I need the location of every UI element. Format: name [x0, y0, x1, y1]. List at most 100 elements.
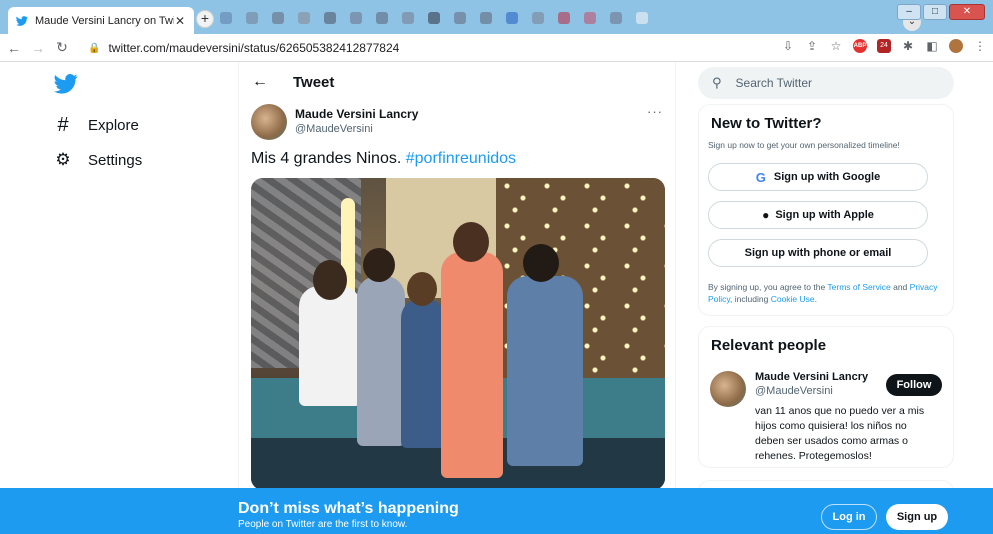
tweet-photo[interactable] [251, 178, 665, 490]
background-tab-favicon[interactable] [454, 12, 466, 24]
url-text: twitter.com/maudeversini/status/62650538… [108, 41, 400, 55]
background-tab-favicon[interactable] [298, 12, 310, 24]
author-name[interactable]: Maude Versini Lancry [295, 107, 418, 121]
background-tab-favicon[interactable] [428, 12, 440, 24]
tab-title: Maude Versini Lancry on Twitter: [35, 14, 174, 27]
extension-icons: ⇩ ⇪ ☆ ABP 24 ✱ ◧ ⋮ [781, 39, 987, 53]
twitter-logo-icon[interactable] [54, 74, 78, 94]
card-title: Relevant people [711, 337, 827, 354]
hashtag-link[interactable]: #porfinreunidos [406, 150, 516, 167]
background-tab-favicon[interactable] [402, 12, 414, 24]
card-title: New to Twitter? [711, 115, 822, 132]
photo-person [441, 252, 503, 478]
sidebar-item-label: Explore [88, 117, 139, 134]
background-tab-favicon[interactable] [376, 12, 388, 24]
profile-avatar-icon[interactable] [949, 39, 963, 53]
photo-person [299, 286, 361, 406]
legal-and: and [893, 282, 908, 292]
reload-icon[interactable]: ↻ [52, 39, 72, 56]
sidebar-item-settings[interactable]: ⚙ Settings [52, 150, 142, 170]
gear-icon: ⚙ [55, 150, 71, 169]
column-header: ← Tweet [239, 62, 677, 102]
forward-icon[interactable]: → [28, 40, 48, 56]
background-tab-favicon[interactable] [584, 12, 596, 24]
apple-signup-label: Sign up with Apple [775, 209, 874, 221]
background-tab-favicon[interactable] [350, 12, 362, 24]
window-controls: – □ ✕ [897, 4, 985, 20]
new-to-twitter-card: New to Twitter? Sign up now to get your … [698, 104, 954, 316]
search-icon: ⚲ [712, 75, 722, 90]
maximize-icon[interactable]: □ [923, 4, 947, 20]
legal-end: . [814, 294, 818, 304]
google-icon: G [755, 169, 766, 185]
install-app-icon[interactable]: ⇩ [781, 39, 795, 53]
tweet-author: Maude Versini Lancry @MaudeVersini ··· [251, 104, 665, 140]
menu-kebab-icon[interactable]: ⋮ [973, 39, 987, 53]
twitter-bird-icon [16, 15, 28, 26]
photo-person [357, 276, 405, 446]
background-tab-favicon[interactable] [480, 12, 492, 24]
background-tab-favicon[interactable] [532, 12, 544, 24]
photo-person-head [453, 222, 489, 262]
bookmark-star-icon[interactable]: ☆ [829, 39, 843, 53]
search-input[interactable]: ⚲ Search Twitter [698, 67, 954, 99]
background-tab-favicon[interactable] [636, 12, 648, 24]
login-button[interactable]: Log in [821, 504, 877, 530]
new-tab-button[interactable]: + [196, 10, 214, 28]
side-panel-icon[interactable]: ◧ [925, 39, 939, 53]
photo-person-head [363, 248, 395, 282]
extensions-puzzle-icon[interactable]: ✱ [901, 39, 915, 53]
person-handle[interactable]: @MaudeVersini [755, 385, 833, 397]
more-options-icon[interactable]: ··· [647, 104, 663, 119]
phone-email-signup-button[interactable]: Sign up with phone or email [708, 239, 928, 267]
extension-badge-icon[interactable]: 24 [877, 39, 891, 53]
lock-icon[interactable]: 🔒 [88, 43, 100, 54]
background-tab-favicon[interactable] [610, 12, 622, 24]
back-icon[interactable]: ← [4, 40, 24, 56]
terms-link[interactable]: Terms of Service [827, 282, 890, 292]
background-tab-favicon[interactable] [506, 12, 518, 24]
browser-tab-active[interactable]: Maude Versini Lancry on Twitter: ✕ [8, 7, 194, 34]
right-sidebar: ⚲ Search Twitter New to Twitter? Sign up… [698, 62, 954, 510]
cookie-link[interactable]: Cookie Use [771, 294, 815, 304]
apple-signup-button[interactable]: ● Sign up with Apple [708, 201, 928, 229]
address-bar[interactable]: 🔒 twitter.com/maudeversini/status/626505… [88, 37, 768, 59]
background-tab-favicon[interactable] [246, 12, 258, 24]
background-tab-favicon[interactable] [558, 12, 570, 24]
minimize-icon[interactable]: – [897, 4, 921, 20]
photo-person-head [407, 272, 437, 306]
google-signup-button[interactable]: G Sign up with Google [708, 163, 928, 191]
background-tab-favicon[interactable] [272, 12, 284, 24]
tab-close-icon[interactable]: ✕ [174, 14, 186, 28]
photo-person [401, 298, 445, 448]
background-tabs [220, 12, 648, 24]
background-tab-favicon[interactable] [220, 12, 232, 24]
hashtag-icon: # [57, 114, 69, 136]
tweet-body: Mis 4 grandes Ninos. [251, 150, 402, 167]
sidebar-item-explore[interactable]: # Explore [52, 114, 139, 137]
person-name[interactable]: Maude Versini Lancry [755, 371, 868, 383]
banner-headline: Don’t miss what’s happening [238, 500, 459, 517]
relevant-people-card: Relevant people Maude Versini Lancry @Ma… [698, 326, 954, 468]
signup-button[interactable]: Sign up [886, 504, 948, 530]
page-title: Tweet [293, 73, 335, 91]
adblock-icon[interactable]: ABP [853, 39, 867, 53]
back-arrow-icon[interactable]: ← [252, 73, 268, 91]
share-icon[interactable]: ⇪ [805, 39, 819, 53]
follow-button[interactable]: Follow [886, 374, 942, 396]
phone-signup-label: Sign up with phone or email [744, 247, 892, 259]
search-placeholder: Search Twitter [735, 76, 813, 90]
background-tab-favicon[interactable] [324, 12, 336, 24]
legal-prefix: By signing up, you agree to the [708, 282, 826, 292]
avatar[interactable] [710, 371, 746, 407]
google-signup-label: Sign up with Google [773, 171, 881, 183]
author-avatar[interactable] [251, 104, 287, 140]
left-navigation: # Explore ⚙ Settings [0, 62, 238, 502]
window-close-icon[interactable]: ✕ [949, 4, 985, 20]
tweet-column: ← Tweet Maude Versini Lancry @MaudeVersi… [238, 62, 676, 502]
signup-banner: Don’t miss what’s happening People on Tw… [0, 488, 993, 534]
banner-subline: People on Twitter are the first to know. [238, 519, 408, 530]
author-handle[interactable]: @MaudeVersini [295, 123, 373, 135]
browser-toolbar: ← → ↻ 🔒 twitter.com/maudeversini/status/… [0, 34, 993, 62]
person-bio: van 11 anos que no puedo ver a mis hijos… [755, 405, 925, 462]
